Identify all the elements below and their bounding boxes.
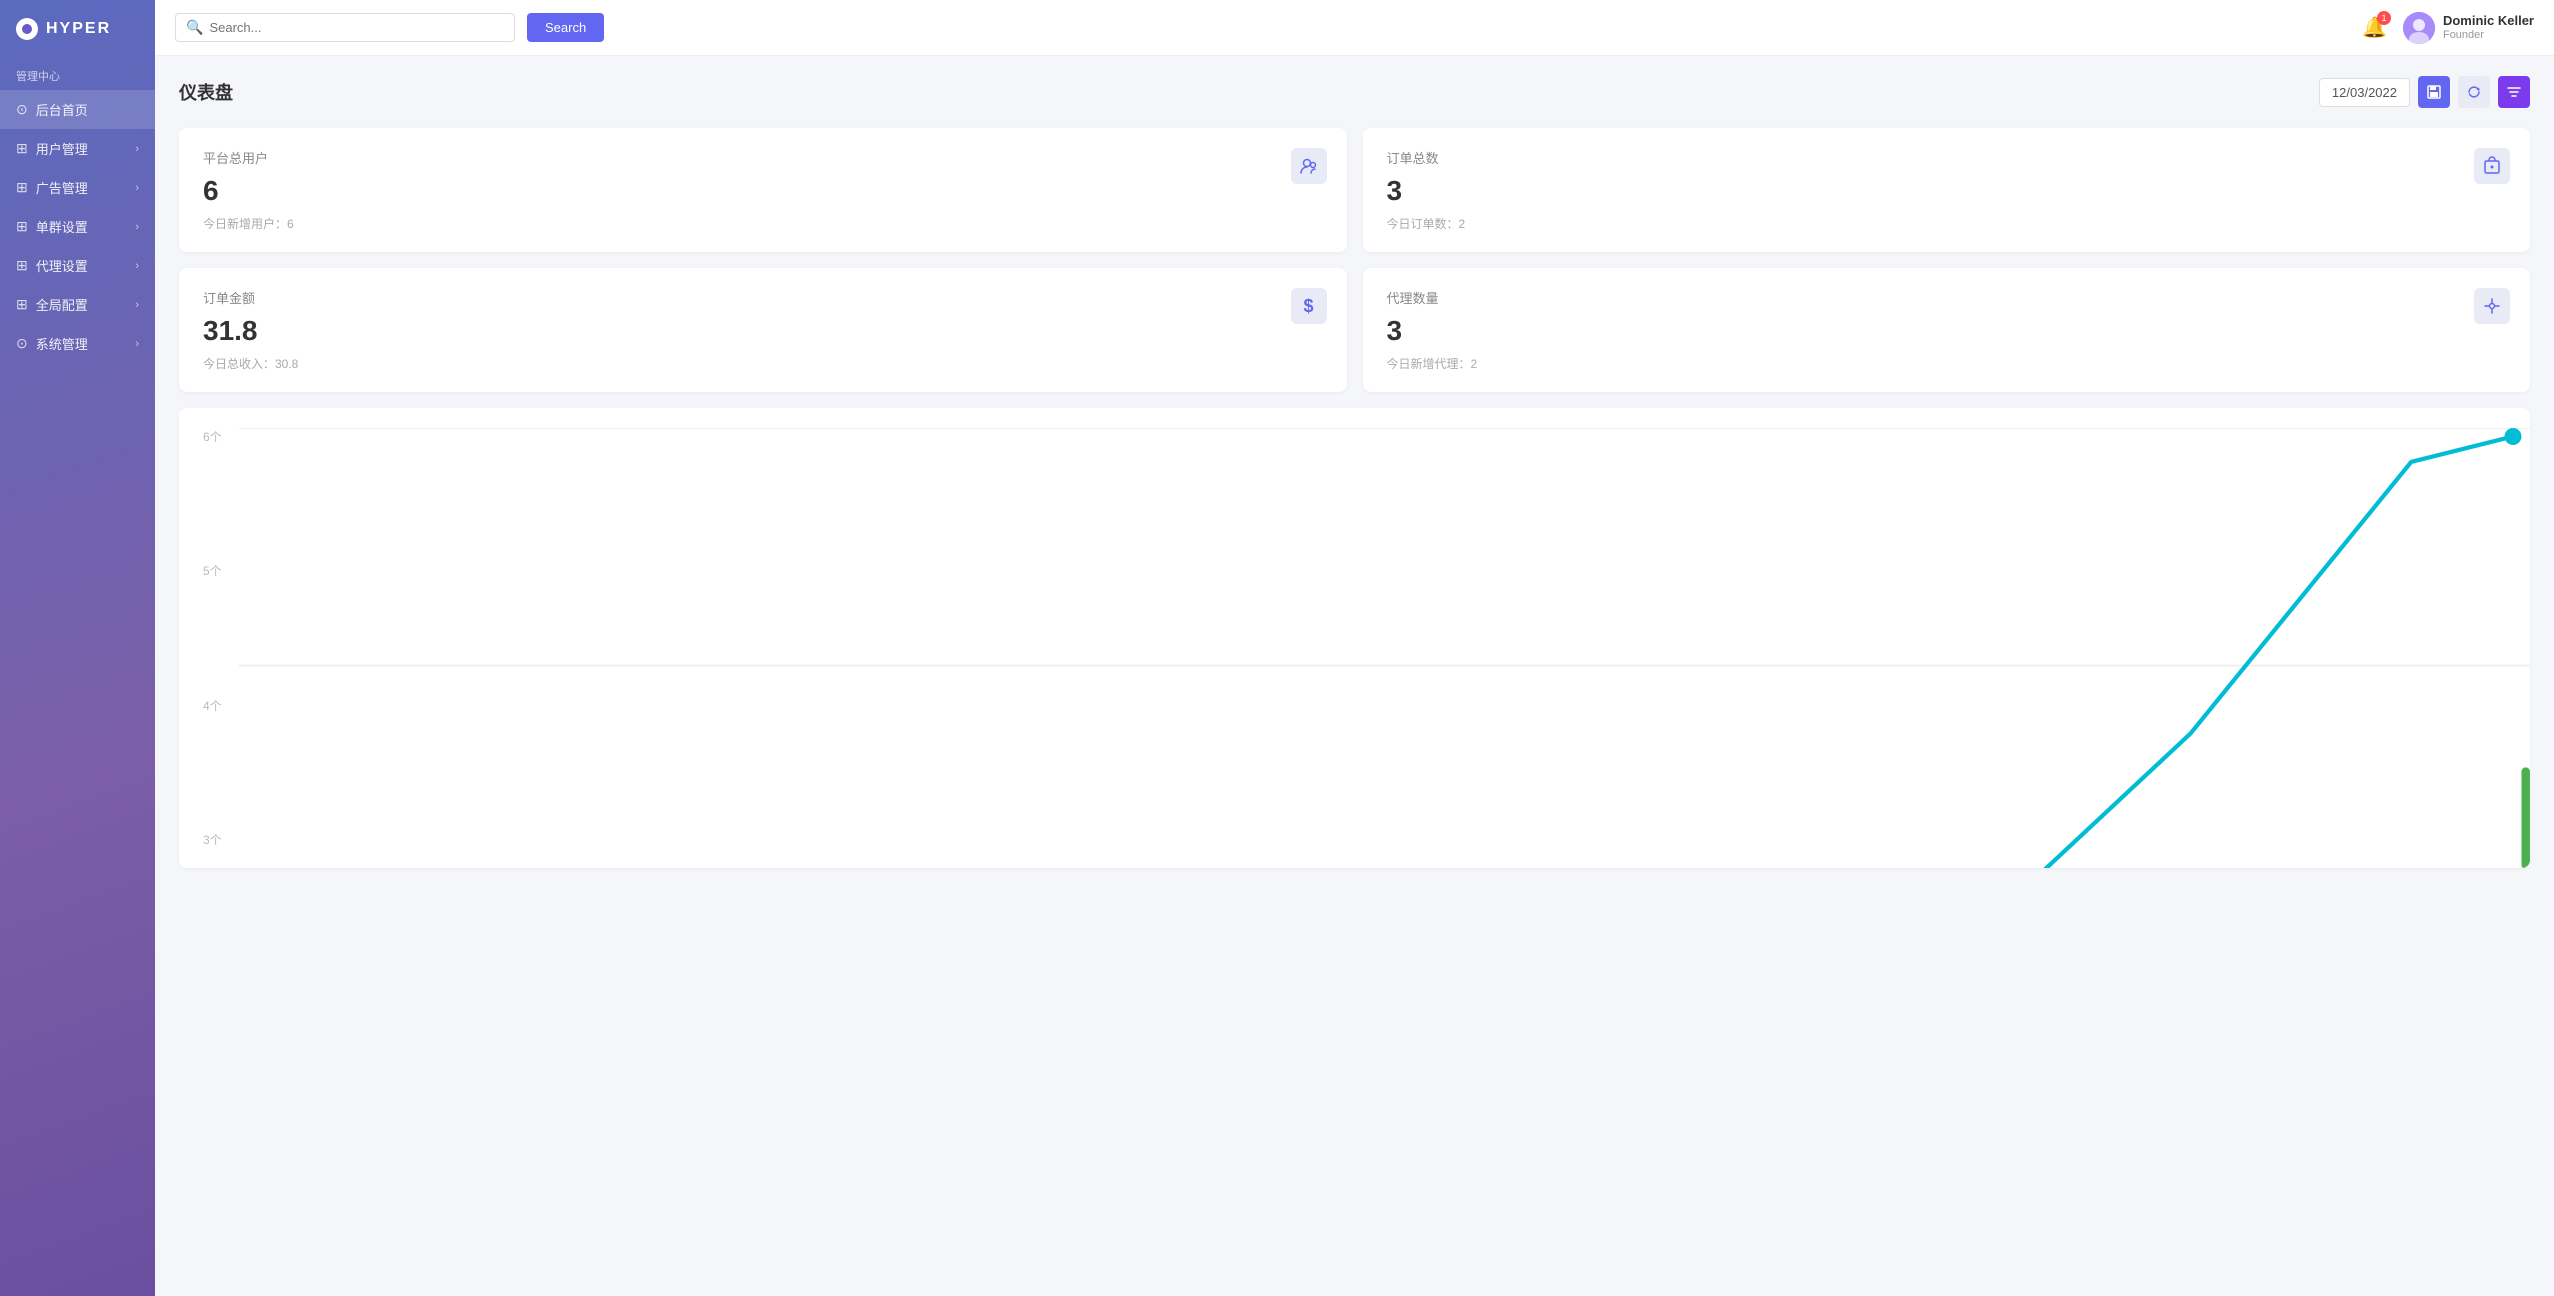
global-arrow-icon: › xyxy=(135,299,139,311)
stat-value-users: 6 xyxy=(203,175,1323,207)
sidebar: HYPER 管理中心 ⊙ 后台首页 ⊞ 用户管理 › ⊞ 广告管理 › ⊞ 单群… xyxy=(0,0,155,1296)
chart-y-labels: 6个 5个 4个 3个 xyxy=(203,428,222,848)
sidebar-item-home[interactable]: ⊙ 后台首页 xyxy=(0,90,155,129)
refresh-btn[interactable] xyxy=(2458,76,2490,108)
stat-label-agent: 代理数量 xyxy=(1387,288,2507,307)
header: 🔍 Search 🔔 1 Dominic Keller Foun xyxy=(155,0,2554,56)
stat-label-users: 平台总用户 xyxy=(203,148,1323,167)
logo-icon xyxy=(16,18,38,40)
amount-stat-icon: $ xyxy=(1291,288,1327,324)
logo-text: HYPER xyxy=(46,20,111,38)
stat-sub-agent: 今日新增代理：2 xyxy=(1387,355,2507,372)
sidebar-item-system[interactable]: ⊙ 系统管理 › xyxy=(0,324,155,363)
main-area: 🔍 Search 🔔 1 Dominic Keller Foun xyxy=(155,0,2554,1296)
search-input[interactable] xyxy=(209,20,504,35)
page-header: 仪表盘 12/03/2022 xyxy=(179,76,2530,108)
content-area: 仪表盘 12/03/2022 xyxy=(155,56,2554,1296)
home-icon: ⊙ xyxy=(16,101,28,118)
agent-arrow-icon: › xyxy=(135,260,139,272)
sidebar-item-group-label: 单群设置 xyxy=(36,217,88,236)
page-actions: 12/03/2022 xyxy=(2319,76,2530,108)
sidebar-item-agent-label: 代理设置 xyxy=(36,256,88,275)
sidebar-item-group[interactable]: ⊞ 单群设置 › xyxy=(0,207,155,246)
search-button[interactable]: Search xyxy=(527,13,604,42)
header-right: 🔔 1 Dominic Keller Founder xyxy=(2362,12,2534,44)
stats-grid: 平台总用户 6 今日新增用户：6 订单总数 3 今日订单数：2 xyxy=(179,128,2530,392)
sidebar-item-home-label: 后台首页 xyxy=(36,100,88,119)
line-chart xyxy=(239,428,2530,868)
agent-icon: ⊞ xyxy=(16,257,28,274)
chart-card: 6个 5个 4个 3个 xyxy=(179,408,2530,868)
users-arrow-icon: › xyxy=(135,143,139,155)
stat-card-agent-count: 代理数量 3 今日新增代理：2 xyxy=(1363,268,2531,392)
search-icon: 🔍 xyxy=(186,19,203,36)
sidebar-item-global[interactable]: ⊞ 全局配置 › xyxy=(0,285,155,324)
stat-label-amount: 订单金额 xyxy=(203,288,1323,307)
user-profile[interactable]: Dominic Keller Founder xyxy=(2403,12,2534,44)
save-btn[interactable] xyxy=(2418,76,2450,108)
global-icon: ⊞ xyxy=(16,296,28,313)
orders-stat-icon xyxy=(2474,148,2510,184)
y-label-4: 4个 xyxy=(203,697,222,714)
y-label-3: 3个 xyxy=(203,831,222,848)
sidebar-item-ads-label: 广告管理 xyxy=(36,178,88,197)
sidebar-item-ads[interactable]: ⊞ 广告管理 › xyxy=(0,168,155,207)
stat-card-order-amount: $ 订单金额 31.8 今日总收入：30.8 xyxy=(179,268,1347,392)
sidebar-item-global-label: 全局配置 xyxy=(36,295,88,314)
filter-btn[interactable] xyxy=(2498,76,2530,108)
group-arrow-icon: › xyxy=(135,221,139,233)
logo: HYPER xyxy=(0,0,155,58)
ads-icon: ⊞ xyxy=(16,179,28,196)
system-arrow-icon: › xyxy=(135,338,139,350)
search-box: 🔍 xyxy=(175,13,515,42)
group-icon: ⊞ xyxy=(16,218,28,235)
stat-card-total-orders: 订单总数 3 今日订单数：2 xyxy=(1363,128,2531,252)
stat-card-total-users: 平台总用户 6 今日新增用户：6 xyxy=(179,128,1347,252)
page-title: 仪表盘 xyxy=(179,79,233,105)
stat-sub-orders: 今日订单数：2 xyxy=(1387,215,2507,232)
stat-value-amount: 31.8 xyxy=(203,315,1323,347)
sidebar-item-agent[interactable]: ⊞ 代理设置 › xyxy=(0,246,155,285)
admin-label: 管理中心 xyxy=(0,58,155,90)
user-name: Dominic Keller xyxy=(2443,13,2534,29)
stat-sub-amount: 今日总收入：30.8 xyxy=(203,355,1323,372)
sidebar-item-users[interactable]: ⊞ 用户管理 › xyxy=(0,129,155,168)
users-menu-icon: ⊞ xyxy=(16,140,28,157)
y-label-5: 5个 xyxy=(203,562,222,579)
system-icon: ⊙ xyxy=(16,335,28,352)
notification-area[interactable]: 🔔 1 xyxy=(2362,15,2387,40)
sidebar-item-system-label: 系统管理 xyxy=(36,334,88,353)
stat-label-orders: 订单总数 xyxy=(1387,148,2507,167)
user-role: Founder xyxy=(2443,29,2534,42)
users-stat-icon xyxy=(1291,148,1327,184)
stat-value-orders: 3 xyxy=(1387,175,2507,207)
stat-sub-users: 今日新增用户：6 xyxy=(203,215,1323,232)
stat-value-agent: 3 xyxy=(1387,315,2507,347)
agent-stat-icon xyxy=(2474,288,2510,324)
date-display: 12/03/2022 xyxy=(2319,78,2410,107)
ads-arrow-icon: › xyxy=(135,182,139,194)
notification-badge: 1 xyxy=(2377,11,2391,25)
sidebar-item-users-label: 用户管理 xyxy=(36,139,88,158)
y-label-6: 6个 xyxy=(203,428,222,445)
avatar xyxy=(2403,12,2435,44)
